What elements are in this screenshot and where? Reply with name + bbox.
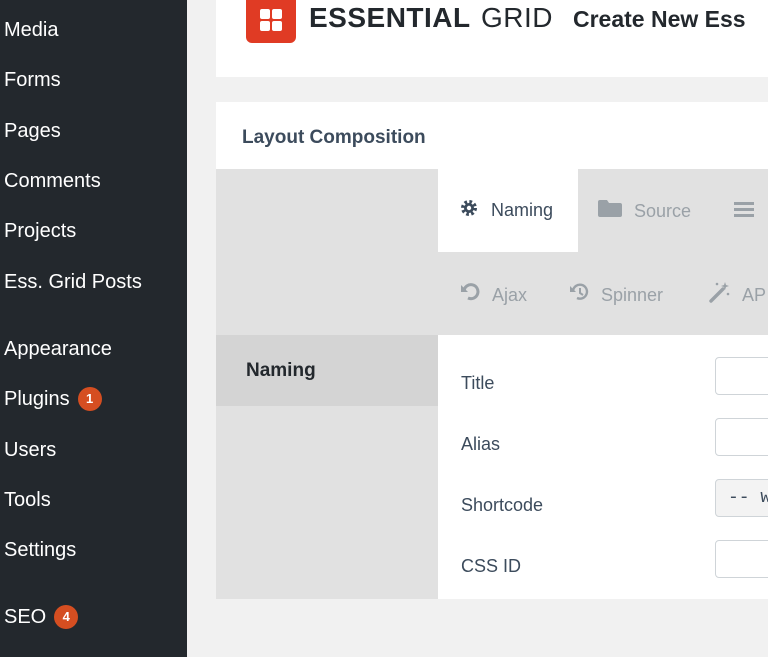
history-icon (569, 282, 589, 308)
sidebar-item-seo[interactable]: SEO 4 (4, 605, 79, 629)
sidebar-item-forms[interactable]: Forms (4, 68, 61, 92)
tab-label: AP (742, 284, 767, 305)
tab-spinner[interactable]: Spinner (569, 283, 663, 307)
menu-icon (734, 200, 754, 223)
sidebar-item-projects[interactable]: Projects (4, 219, 76, 243)
sidebar-item-label: Tools (4, 489, 51, 511)
magic-wand-icon (708, 281, 730, 309)
sidebar-item-pages[interactable]: Pages (4, 119, 61, 143)
title-label: Title (461, 373, 495, 393)
sidebar-item-label: Appearance (4, 338, 112, 360)
form-row-shortcode: Shortcode (438, 477, 768, 538)
sidebar-item-appearance[interactable]: Appearance (4, 337, 112, 361)
alias-input[interactable] (715, 418, 768, 456)
alias-label: Alias (461, 434, 501, 454)
title-input[interactable] (715, 357, 768, 395)
css-id-label: CSS ID (461, 556, 522, 576)
brand-name-suffix: GRID (481, 2, 553, 33)
sidebar-item-users[interactable]: Users (4, 438, 56, 462)
page-title: Create New Ess (573, 6, 746, 32)
tab-label: Source (634, 200, 692, 221)
sidebar-item-label: Plugins (4, 388, 70, 410)
tab-naming[interactable]: Naming (438, 169, 578, 252)
shortcode-input[interactable] (715, 479, 768, 517)
panel-title: Layout Composition (242, 127, 426, 148)
tab-ajax[interactable]: Ajax (460, 283, 527, 307)
sidebar-item-label: Comments (4, 170, 101, 192)
tab-api[interactable]: AP (708, 281, 767, 309)
shortcode-label: Shortcode (461, 495, 544, 515)
section-item-label: Naming (246, 359, 316, 381)
gear-icon (459, 198, 479, 224)
tab-label: Spinner (601, 284, 664, 305)
sidebar-item-label: Ess. Grid Posts (4, 271, 142, 293)
sidebar-item-label: Pages (4, 120, 61, 142)
sidebar-item-label: Forms (4, 69, 61, 91)
brand-name: ESSENTIAL (309, 2, 471, 33)
essential-grid-logo-icon (246, 0, 296, 43)
sidebar-item-tools[interactable]: Tools (4, 488, 51, 512)
sidebar-item-settings[interactable]: Settings (4, 538, 76, 562)
form-row-alias: Alias (438, 416, 768, 477)
sidebar-item-plugins[interactable]: Plugins 1 (4, 387, 102, 411)
admin-sidebar: Media Forms Pages Comments Projects Ess.… (0, 0, 187, 657)
sidebar-item-label: SEO (4, 606, 47, 628)
undo-icon (460, 282, 480, 308)
sidebar-item-label: Media (4, 19, 59, 41)
sidebar-item-label: Projects (4, 220, 77, 242)
sidebar-item-label: Users (4, 439, 57, 461)
css-id-input[interactable] (715, 540, 768, 578)
tab-label: Naming (491, 200, 554, 220)
tab-layout[interactable] (734, 199, 766, 223)
folder-icon (598, 199, 622, 223)
notification-badge: 4 (54, 605, 79, 629)
tab-label: Ajax (492, 284, 528, 305)
tab-source[interactable]: Source (598, 199, 691, 223)
form-row-css-id: CSS ID (438, 538, 768, 599)
sidebar-item-label: Settings (4, 539, 77, 561)
layout-composition-panel: Layout Composition Naming Source Ajax Sp… (216, 102, 768, 599)
form-row-title: Title (438, 355, 768, 416)
section-item-naming[interactable]: Naming (216, 335, 438, 406)
update-count-badge: 1 (77, 387, 102, 411)
sidebar-item-comments[interactable]: Comments (4, 169, 101, 193)
sidebar-item-ess-grid-posts[interactable]: Ess. Grid Posts (4, 270, 142, 294)
sidebar-item-media[interactable]: Media (4, 18, 58, 42)
page-header: ESSENTIAL GRID Create New Ess (216, 0, 768, 77)
